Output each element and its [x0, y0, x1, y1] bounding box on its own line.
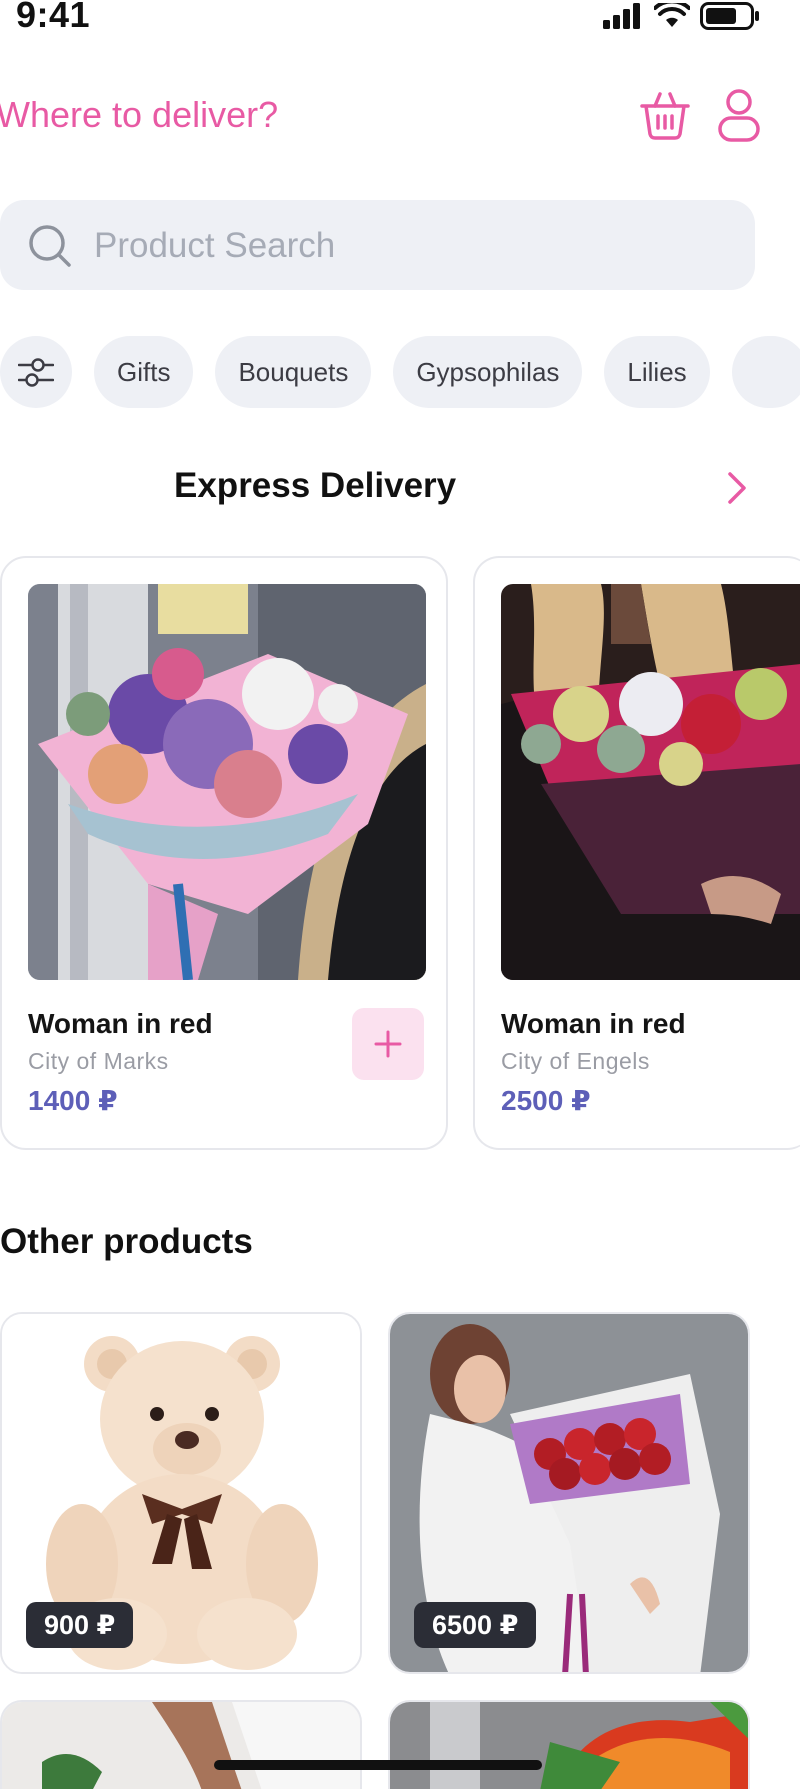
category-chips: Gifts Bouquets Gypsophilas Lilies: [0, 336, 800, 408]
product-price: 2500 ₽: [501, 1085, 591, 1116]
search-icon: [29, 225, 71, 267]
product-card[interactable]: Woman in red City of Engels 2500 ₽: [473, 556, 800, 1150]
user-icon: [718, 89, 760, 142]
chip-more[interactable]: [731, 336, 800, 408]
filter-button[interactable]: [0, 336, 72, 408]
product-image: [501, 584, 800, 980]
product-image: [390, 1702, 748, 1789]
product-price: 1400 ₽: [28, 1085, 118, 1116]
price-badge: 6500 ₽: [414, 1602, 537, 1648]
search-input[interactable]: [92, 218, 716, 274]
product-image: [28, 584, 426, 980]
product-tile[interactable]: 6500 ₽: [388, 1312, 750, 1674]
chip-lilies[interactable]: Lilies: [604, 336, 710, 408]
status-time: 9:41: [16, 0, 91, 35]
product-image: [2, 1702, 360, 1789]
other-products-title: Other products: [0, 1222, 253, 1261]
chip-gifts[interactable]: Gifts: [94, 336, 194, 408]
product-tile[interactable]: 900 ₽: [0, 1312, 362, 1674]
chip-bouquets[interactable]: Bouquets: [215, 336, 372, 408]
product-tile[interactable]: [0, 1700, 362, 1789]
express-delivery-title: Express Delivery: [174, 466, 457, 505]
chip-gypsophilas[interactable]: Gypsophilas: [393, 336, 583, 408]
add-to-cart-button[interactable]: [352, 1008, 424, 1080]
product-city: City of Marks: [28, 1048, 169, 1074]
bouquet-image: [501, 584, 800, 980]
product-name: Woman in red: [501, 1008, 686, 1039]
price-badge: 900 ₽: [26, 1602, 134, 1648]
profile-button[interactable]: [712, 88, 766, 142]
wifi-icon: [654, 3, 690, 27]
product-city: City of Engels: [501, 1048, 650, 1074]
signal-icon: [603, 3, 640, 29]
basket-button[interactable]: [638, 88, 692, 142]
product-tile[interactable]: [388, 1700, 750, 1789]
status-icons: [602, 2, 760, 30]
bouquet-image: [28, 584, 426, 980]
filter-icon: [18, 358, 54, 387]
product-card[interactable]: Woman in red City of Marks 1400 ₽: [0, 556, 448, 1150]
chevron-right-icon[interactable]: [722, 470, 752, 506]
search-bar[interactable]: [0, 200, 755, 290]
basket-icon: [640, 92, 690, 140]
product-name: Woman in red: [28, 1008, 213, 1039]
battery-icon: [700, 2, 759, 30]
home-indicator[interactable]: [214, 1760, 542, 1770]
delivery-address-prompt[interactable]: Where to deliver?: [0, 94, 278, 136]
plus-icon: [374, 1030, 402, 1058]
